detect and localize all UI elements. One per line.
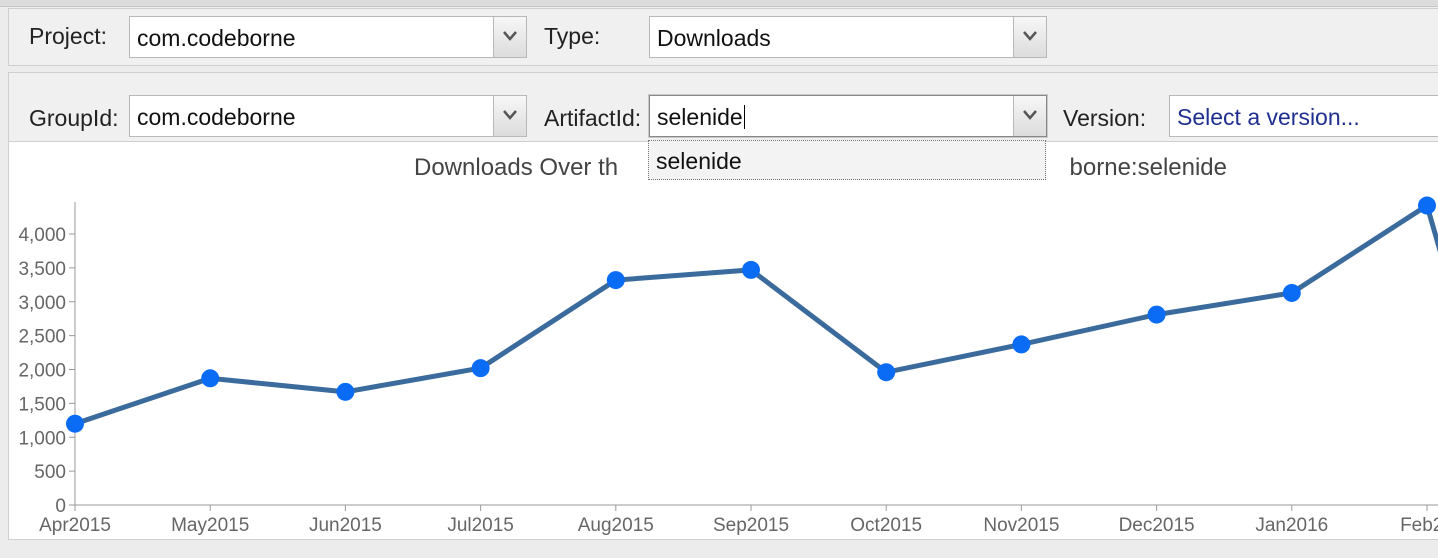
- version-label: Version:: [1063, 105, 1147, 131]
- groupid-value: com.codeborne: [137, 104, 296, 130]
- x-tick-label: Apr2015: [39, 515, 111, 536]
- series-line: [74, 203, 1438, 427]
- filter-row-artifact: GroupId: com.codeborne ArtifactId: selen…: [8, 72, 1438, 142]
- groupid-dropdown-button[interactable]: [493, 96, 526, 136]
- data-point[interactable]: [66, 414, 84, 433]
- artifactid-dropdown-button[interactable]: [1013, 96, 1046, 136]
- artifactid-value: selenide: [657, 104, 743, 130]
- version-placeholder: Select a version...: [1177, 104, 1360, 130]
- x-tick-label: Oct2015: [850, 515, 922, 536]
- project-value: com.codeborne: [137, 25, 296, 51]
- chart-title-left: Downloads Over th: [414, 154, 618, 181]
- downloads-chart: Downloads Over th borne:selenide 0 500 1,0…: [8, 142, 1438, 540]
- chevron-down-icon: [1023, 110, 1037, 120]
- data-point[interactable]: [1147, 305, 1166, 324]
- data-point[interactable]: [877, 363, 896, 382]
- x-tick-label: Nov2015: [983, 515, 1059, 536]
- type-dropdown-button[interactable]: [1013, 17, 1046, 57]
- chevron-down-icon: [1023, 31, 1037, 41]
- x-tick-label: May2015: [171, 515, 249, 536]
- y-tick-label: 1,500: [18, 394, 66, 415]
- data-point[interactable]: [201, 369, 220, 388]
- project-label: Project:: [29, 23, 107, 49]
- data-point[interactable]: [606, 271, 625, 290]
- x-tick-label: Feb20: [1400, 515, 1438, 536]
- type-select[interactable]: Downloads: [649, 16, 1047, 58]
- chevron-down-icon: [503, 110, 517, 120]
- x-tick-label: Aug2015: [578, 515, 654, 536]
- data-point[interactable]: [336, 382, 355, 401]
- y-tick-label: 3,000: [18, 293, 66, 314]
- project-dropdown-button[interactable]: [493, 17, 526, 57]
- chevron-down-icon: [503, 31, 517, 41]
- filter-row-project: Project: com.codeborne Type: Downloads: [8, 8, 1438, 66]
- artifactid-combobox[interactable]: selenide: [649, 95, 1047, 137]
- artifactid-suggestions: selenide: [648, 140, 1046, 180]
- suggestion-item[interactable]: selenide: [656, 148, 742, 175]
- groupid-label: GroupId:: [29, 105, 119, 131]
- artifactid-input[interactable]: selenide: [657, 104, 745, 131]
- y-tick-label: 2,500: [18, 327, 66, 348]
- data-point[interactable]: [1012, 335, 1031, 354]
- x-tick-label: Jan2016: [1255, 515, 1328, 536]
- data-point[interactable]: [1418, 196, 1436, 215]
- project-select[interactable]: com.codeborne: [129, 16, 527, 58]
- y-tick-label: 4,000: [18, 225, 66, 246]
- groupid-select[interactable]: com.codeborne: [129, 95, 527, 137]
- top-strip: [0, 0, 1438, 7]
- x-tick-label: Jun2015: [309, 515, 382, 536]
- chart-svg: Downloads Over th borne:selenide 0 500 1,0…: [18, 154, 1438, 536]
- type-label: Type:: [544, 23, 601, 49]
- x-tick-label: Dec2015: [1119, 515, 1195, 536]
- data-point[interactable]: [1282, 283, 1301, 302]
- chart-title-right: borne:selenide: [1070, 154, 1227, 181]
- text-caret: [743, 105, 745, 129]
- x-tick-label: Jul2015: [447, 515, 514, 536]
- y-tick-label: 3,500: [18, 259, 66, 280]
- data-point[interactable]: [471, 359, 490, 378]
- x-tick-label: Sep2015: [713, 515, 789, 536]
- artifactid-label: ArtifactId:: [544, 105, 642, 131]
- y-tick-label: 2,000: [18, 361, 66, 382]
- y-tick-label: 0: [55, 496, 66, 517]
- data-point[interactable]: [742, 260, 760, 279]
- version-select[interactable]: Select a version...: [1169, 95, 1438, 137]
- y-tick-label: 1,000: [18, 428, 66, 449]
- type-value: Downloads: [657, 25, 771, 51]
- y-tick-label: 500: [34, 462, 66, 483]
